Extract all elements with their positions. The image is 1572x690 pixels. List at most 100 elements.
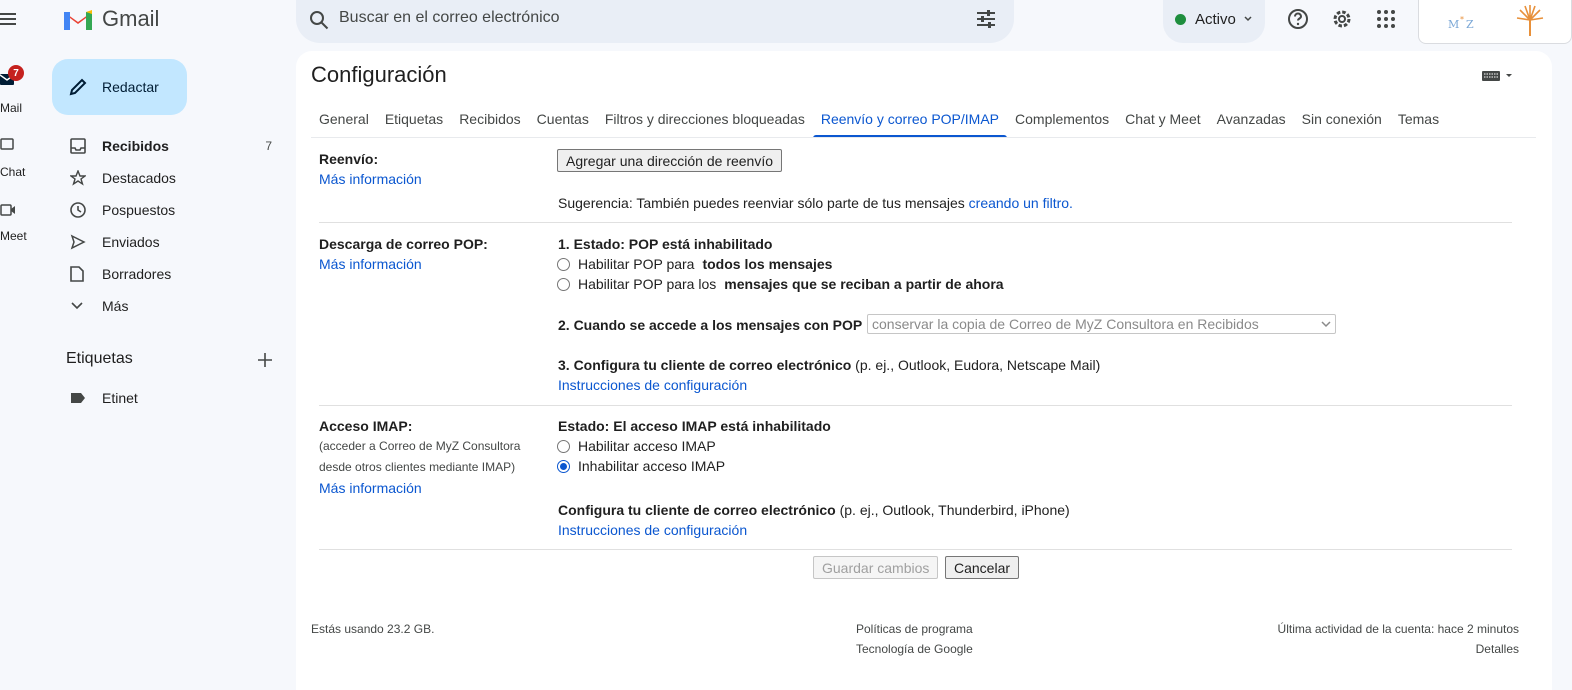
pop-title: Descarga de correo POP: bbox=[319, 236, 488, 252]
account-switcher[interactable] bbox=[1418, 0, 1572, 44]
settings-gear-icon[interactable] bbox=[1331, 8, 1353, 30]
app-rail: 7 Mail Chat Meet bbox=[0, 0, 40, 690]
tab-filtros[interactable]: Filtros y direcciones bloqueadas bbox=[597, 100, 813, 138]
cancel-button[interactable]: Cancelar bbox=[945, 556, 1020, 579]
pop-option-new-prefix: Habilitar POP para los bbox=[578, 276, 717, 292]
last-activity: Última actividad de la cuenta: hace 2 mi… bbox=[1277, 622, 1519, 636]
compose-label: Redactar bbox=[102, 79, 159, 95]
imap-description-line1: (acceder a Correo de MyZ Consultora bbox=[319, 439, 521, 453]
rail-chat-label: Chat bbox=[0, 165, 26, 179]
chevron-down-icon bbox=[71, 302, 83, 310]
label-item-name: Etinet bbox=[102, 390, 138, 406]
imap-enable-label: Habilitar acceso IMAP bbox=[578, 438, 716, 454]
pop-access-label: 2. Cuando se accede a los mensajes con P… bbox=[558, 317, 863, 333]
imap-status: Estado: El acceso IMAP está inhabilitado bbox=[558, 418, 831, 434]
imap-option-enable[interactable]: Habilitar acceso IMAP bbox=[557, 438, 716, 454]
svg-text:M: M bbox=[1448, 18, 1459, 31]
svg-text:*: * bbox=[1460, 15, 1464, 24]
create-filter-link[interactable]: creando un filtro. bbox=[969, 195, 1073, 211]
labels-heading: Etiquetas bbox=[66, 350, 133, 367]
save-changes-button[interactable]: Guardar cambios bbox=[813, 556, 939, 579]
pop-new-radio[interactable] bbox=[557, 277, 570, 291]
tab-cuentas[interactable]: Cuentas bbox=[529, 100, 597, 138]
tab-reenvio-pop-imap[interactable]: Reenvío y correo POP/IMAP bbox=[812, 100, 1008, 138]
label-item-etinet[interactable]: Etinet bbox=[56, 382, 288, 414]
label-icon bbox=[71, 393, 85, 403]
nav-item-label: Destacados bbox=[102, 170, 176, 186]
imap-configure-client: Configura tu cliente de correo electróni… bbox=[558, 502, 1070, 518]
search-icon[interactable] bbox=[309, 10, 329, 30]
help-icon[interactable] bbox=[1287, 8, 1309, 30]
tab-recibidos[interactable]: Recibidos bbox=[451, 100, 528, 138]
nav-item-label: Recibidos bbox=[102, 138, 169, 154]
imap-disable-label: Inhabilitar acceso IMAP bbox=[578, 458, 726, 474]
tab-general[interactable]: General bbox=[311, 100, 377, 138]
gmail-logo[interactable]: Gmail bbox=[62, 6, 159, 32]
nav-item-enviados[interactable]: Enviados bbox=[56, 226, 288, 258]
chevron-down-icon bbox=[1243, 14, 1253, 24]
forwarding-tip-text: Sugerencia: También puedes reenviar sólo… bbox=[558, 195, 965, 211]
organization-logo: M * Z bbox=[1446, 10, 1484, 32]
imap-description-line2: desde otros clientes mediante IMAP) bbox=[319, 460, 516, 474]
pop-option-all-prefix: Habilitar POP para bbox=[578, 256, 695, 272]
chat-icon[interactable] bbox=[0, 138, 14, 152]
nav-item-borradores[interactable]: Borradores bbox=[56, 258, 288, 290]
pop-more-info-link[interactable]: Más información bbox=[319, 256, 422, 272]
pop-status: 1. Estado: POP está inhabilitado bbox=[558, 236, 773, 252]
divider bbox=[319, 549, 1512, 550]
page-title: Configuración bbox=[311, 62, 447, 87]
pop-option-all-bold: todos los mensajes bbox=[702, 256, 833, 272]
search-options-icon[interactable] bbox=[976, 9, 996, 29]
storage-usage: Estás usando 23.2 GB. bbox=[311, 622, 435, 636]
tab-complementos[interactable]: Complementos bbox=[1007, 100, 1117, 138]
nav-item-recibidos[interactable]: Recibidos 7 bbox=[56, 130, 288, 162]
imap-instructions-link[interactable]: Instrucciones de configuración bbox=[558, 522, 747, 538]
nav-item-count: 7 bbox=[265, 139, 272, 153]
imap-more-info-link[interactable]: Más información bbox=[319, 480, 422, 496]
pop-option-new-bold: mensajes que se reciban a partir de ahor… bbox=[724, 276, 1004, 292]
apps-grid-icon[interactable] bbox=[1377, 10, 1395, 28]
svg-text:Z: Z bbox=[1466, 18, 1474, 31]
pencil-icon bbox=[69, 78, 87, 96]
tab-temas[interactable]: Temas bbox=[1390, 100, 1447, 138]
imap-configure-bold: Configura tu cliente de correo electróni… bbox=[558, 502, 836, 518]
pop-all-radio[interactable] bbox=[557, 257, 570, 271]
nav-item-pospuestos[interactable]: Pospuestos bbox=[56, 194, 288, 226]
imap-enable-radio[interactable] bbox=[557, 439, 570, 453]
compose-button[interactable]: Redactar bbox=[52, 59, 187, 115]
tab-chat-meet[interactable]: Chat y Meet bbox=[1117, 100, 1208, 138]
imap-option-disable[interactable]: Inhabilitar acceso IMAP bbox=[557, 458, 725, 474]
add-forwarding-address-button[interactable]: Agregar una dirección de reenvío bbox=[557, 149, 783, 172]
imap-configure-rest: (p. ej., Outlook, Thunderbird, iPhone) bbox=[835, 502, 1070, 518]
draft-icon bbox=[70, 266, 84, 282]
activity-details-link[interactable]: Detalles bbox=[1476, 642, 1519, 656]
rail-meet-label: Meet bbox=[0, 229, 27, 243]
tab-etiquetas[interactable]: Etiquetas bbox=[377, 100, 451, 138]
meet-icon[interactable] bbox=[0, 203, 16, 217]
status-label: Activo bbox=[1195, 11, 1236, 28]
divider bbox=[319, 222, 1512, 223]
tab-sin-conexion[interactable]: Sin conexión bbox=[1294, 100, 1390, 138]
keyboard-icon[interactable] bbox=[1482, 70, 1516, 82]
chevron-down-icon bbox=[1321, 321, 1331, 328]
pop-access-select: conservar la copia de Correo de MyZ Cons… bbox=[867, 314, 1336, 334]
account-avatar[interactable] bbox=[1514, 4, 1546, 38]
forwarding-tip: Sugerencia: También puedes reenviar sólo… bbox=[558, 195, 1073, 211]
nav-item-destacados[interactable]: Destacados bbox=[56, 162, 288, 194]
status-dot-icon bbox=[1175, 14, 1186, 25]
main-menu-icon[interactable] bbox=[0, 10, 18, 28]
pop-option-new[interactable]: Habilitar POP para los mensajes que se r… bbox=[557, 276, 1004, 292]
settings-tabs: General Etiquetas Recibidos Cuentas Filt… bbox=[311, 100, 1447, 138]
program-policies-link[interactable]: Políticas de programa bbox=[856, 622, 973, 636]
nav-item-label: Enviados bbox=[102, 234, 160, 250]
search-input[interactable]: Buscar en el correo electrónico bbox=[339, 9, 560, 27]
add-label-icon[interactable] bbox=[257, 352, 273, 368]
tab-avanzadas[interactable]: Avanzadas bbox=[1209, 100, 1294, 138]
pop-configure-client: 3. Configura tu cliente de correo electr… bbox=[558, 357, 1100, 373]
forwarding-more-info-link[interactable]: Más información bbox=[319, 171, 422, 187]
pop-instructions-link[interactable]: Instrucciones de configuración bbox=[558, 377, 747, 393]
pop-option-all[interactable]: Habilitar POP para todos los mensajes bbox=[557, 256, 832, 272]
pop-configure-rest: (p. ej., Outlook, Eudora, Netscape Mail) bbox=[851, 357, 1101, 373]
imap-disable-radio[interactable] bbox=[557, 459, 570, 473]
nav-item-mas[interactable]: Más bbox=[56, 290, 288, 322]
